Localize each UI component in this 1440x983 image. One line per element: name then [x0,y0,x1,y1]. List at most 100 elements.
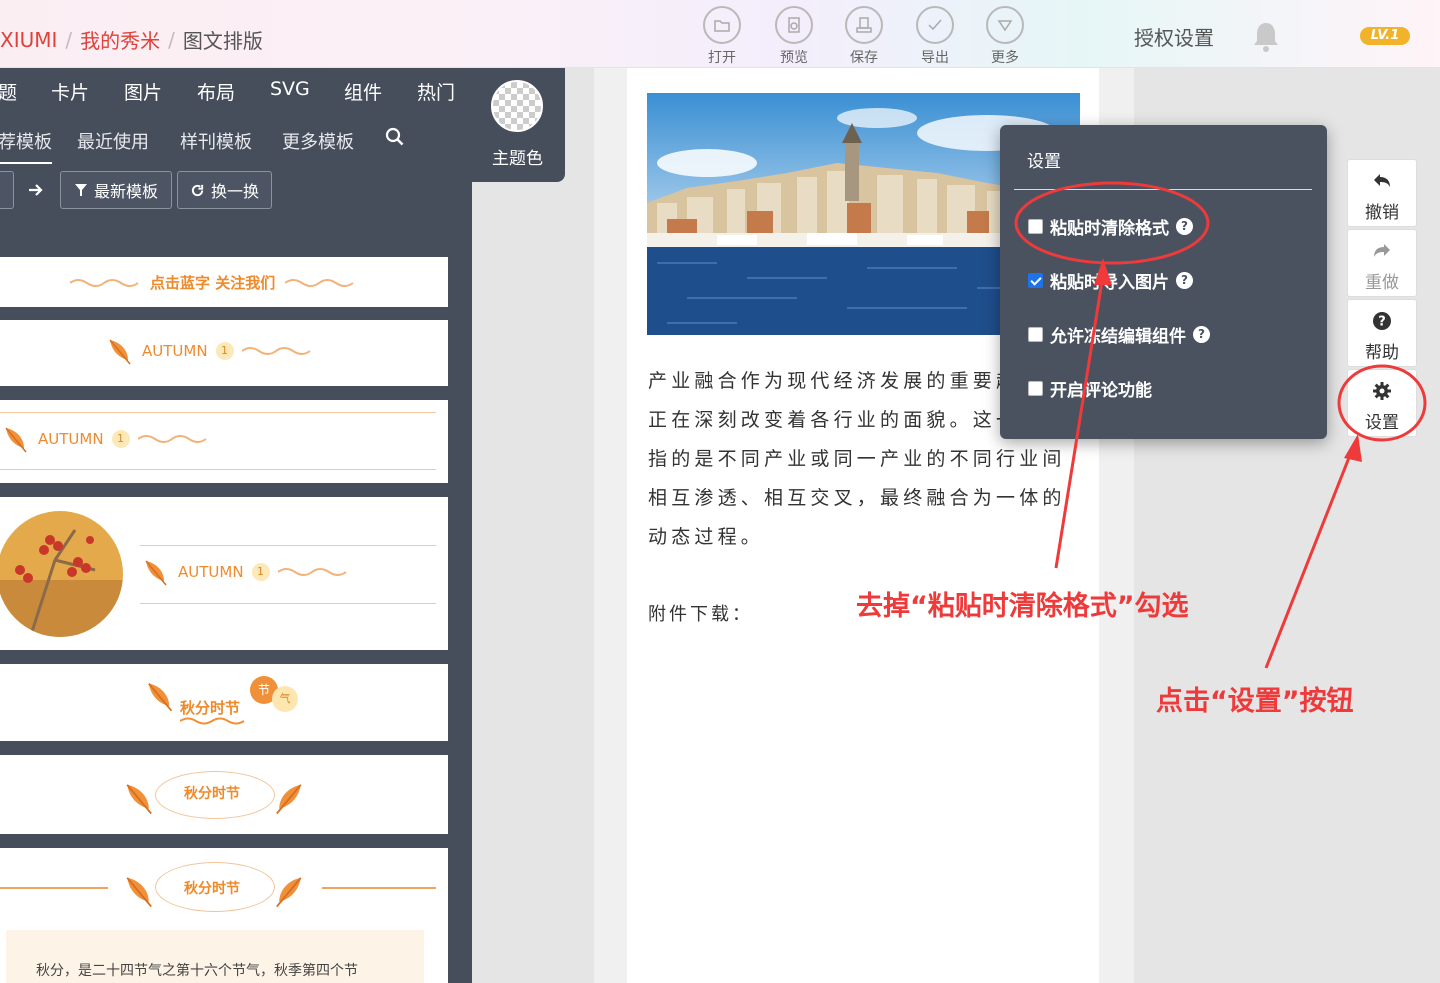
tab-hot[interactable]: 热门 [417,78,455,105]
option-allow-frozen-edit[interactable]: 允许冻结编辑组件 ? [1028,322,1210,347]
tab-component[interactable]: 组件 [344,78,382,105]
autumn-word: AUTUMN [142,342,208,360]
undo-label: 撤销 [1365,203,1399,223]
auth-settings-link[interactable]: 授权设置 [1134,22,1214,51]
comments-label: 开启评论功能 [1050,381,1152,401]
tab-layout[interactable]: 布局 [197,78,235,105]
template-follow-card[interactable]: 点击蓝字 关注我们 [0,257,448,307]
festival-title: 秋分时节 [180,699,241,717]
open-label: 打开 [708,50,736,66]
leaf-icon [126,877,152,908]
subtab-recent[interactable]: 最近使用 [77,128,149,154]
wave-decoration-icon [180,717,245,725]
clear-format-checkbox[interactable] [1028,219,1043,234]
breadcrumb-my-xiumi[interactable]: 我的秀米 [80,25,160,54]
wave-decoration-icon [277,568,347,576]
newest-templates-button[interactable]: 最新模板 [60,171,172,209]
check-icon [916,6,954,44]
number-badge: 1 [111,430,130,448]
template-festival-card-3[interactable]: 秋分时节 秋分，是二十四节气之第十六个节气，秋季第四个节 [0,848,448,983]
description-box: 秋分，是二十四节气之第十六个节气，秋季第四个节 [6,930,424,983]
subtab-recommended[interactable]: 荐模板 [0,128,52,164]
more-label: 更多 [991,50,1019,66]
help-icon[interactable]: ? [1176,218,1193,235]
autumn-word: AUTUMN [38,430,104,448]
level-badge: LV.1 [1360,27,1410,45]
description-text: 秋分，是二十四节气之第十六个节气，秋季第四个节 [36,963,358,979]
help-button[interactable]: ? 帮助 [1347,299,1417,367]
autumn-berries-photo [0,511,123,637]
redo-button[interactable]: 重做 [1347,229,1417,297]
number-badge: 1 [215,342,234,360]
theme-color-label: 主题色 [492,149,543,169]
autumn-row-2: AUTUMN 1 [0,424,208,454]
follow-row: 点击蓝字 关注我们 [70,272,355,293]
settings-label: 设置 [1365,413,1399,433]
leaf-icon [148,682,173,712]
refresh-icon [191,184,204,196]
frozen-edit-checkbox[interactable] [1028,327,1043,342]
tab-image[interactable]: 图片 [124,78,162,105]
theme-color-picker[interactable] [491,80,543,132]
divider [0,469,436,470]
template-autumn-card-1[interactable]: AUTUMN 1 [0,320,448,386]
template-autumn-photo-card[interactable]: AUTUMN 1 [0,497,448,650]
arrow-head-icon [1344,434,1362,462]
autumn-word: AUTUMN [178,563,244,581]
top-bar: XIUMI / 我的秀米 / 图文排版 打开 预览 保存 导出 更多 授权设置 … [0,0,1440,68]
more-icon [986,6,1024,44]
autumn-row-1: AUTUMN 1 [104,336,312,366]
import-images-checkbox[interactable] [1028,273,1043,288]
template-autumn-card-2[interactable]: AUTUMN 1 [0,400,448,483]
export-button[interactable]: 导出 [905,6,965,67]
settings-popup: 设置 粘贴时清除格式 ? 粘贴时导入图片 ? 允许冻结编辑组件 ? 开启评论功能 [1000,125,1327,439]
leaf-icon [276,784,302,815]
bell-icon[interactable] [1250,20,1282,54]
help-icon[interactable]: ? [1176,272,1193,289]
divider [0,412,436,413]
festival-title: 秋分时节 [184,881,240,897]
newest-templates-label: 最新模板 [93,182,158,201]
template-festival-card-2[interactable]: 秋分时节 [0,755,448,834]
subtab-sample[interactable]: 样刊模板 [180,128,252,154]
divider [1014,189,1312,190]
tab-svg[interactable]: SVG [270,78,310,100]
undo-button[interactable]: 撤销 [1347,159,1417,227]
uncheck-annotation: 去掉“粘贴时清除格式”勾选 [856,591,1189,622]
import-images-label: 粘贴时导入图片 [1050,273,1169,293]
more-button[interactable]: 更多 [975,6,1035,67]
prev-page-button[interactable] [0,171,14,209]
number-badge: 1 [251,563,270,581]
option-clear-format-on-paste[interactable]: 粘贴时清除格式 ? [1028,214,1193,239]
leaf-icon [109,339,131,365]
leaf-icon [5,427,27,453]
option-import-images-on-paste[interactable]: 粘贴时导入图片 ? [1028,268,1193,293]
preview-icon [775,6,813,44]
wave-decoration-icon [70,278,139,287]
qi-badge: 气 [272,686,298,712]
wave-decoration-icon [285,278,354,287]
refresh-templates-button[interactable]: 换一换 [177,171,272,209]
breadcrumb-xiumi[interactable]: XIUMI [0,28,57,52]
gear-icon [1373,382,1391,400]
comments-checkbox[interactable] [1028,381,1043,396]
refresh-templates-label: 换一换 [210,182,259,201]
follow-text: 点击蓝字 关注我们 [150,274,276,292]
redo-label: 重做 [1365,273,1399,293]
next-page-button[interactable] [20,171,52,209]
attachment-label[interactable]: 附件下载： [648,600,753,626]
tab-card[interactable]: 卡片 [51,78,89,105]
preview-button[interactable]: 预览 [764,6,824,67]
search-icon[interactable] [385,127,405,147]
help-icon: ? [1373,312,1391,330]
template-festival-card-1[interactable]: 秋分时节 节 气 [0,664,448,741]
filter-icon [74,184,87,196]
option-enable-comments[interactable]: 开启评论功能 [1028,376,1152,401]
settings-button[interactable]: 设置 [1347,369,1417,437]
open-button[interactable]: 打开 [692,6,752,67]
subtab-more[interactable]: 更多模板 [282,128,354,154]
save-button[interactable]: 保存 [834,6,894,67]
help-icon[interactable]: ? [1193,326,1210,343]
tab-title[interactable]: 题 [0,78,17,105]
preview-label: 预览 [780,50,808,66]
